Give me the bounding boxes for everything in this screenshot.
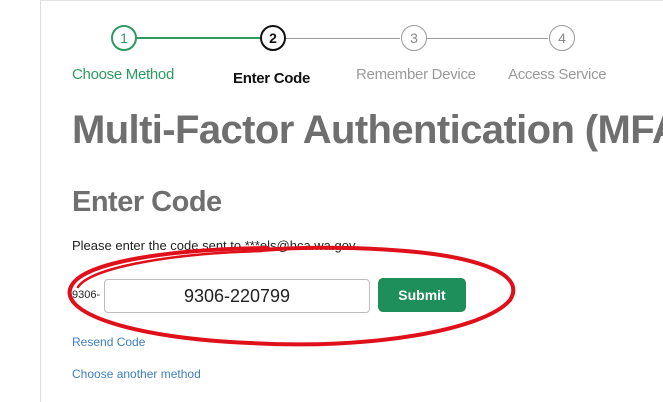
step-3-label: Remember Device <box>356 66 476 83</box>
page-title: Multi-Factor Authentication (MFA) <box>72 108 663 152</box>
section-title: Enter Code <box>72 186 222 218</box>
resend-code-link[interactable]: Resend Code <box>72 335 145 349</box>
submit-button[interactable]: Submit <box>378 278 466 312</box>
step-2-circle: 2 <box>260 25 286 51</box>
choose-another-method-link[interactable]: Choose another method <box>72 367 201 381</box>
code-input[interactable] <box>104 279 370 313</box>
step-connector-3 <box>426 38 548 39</box>
step-connector-1 <box>136 37 260 39</box>
step-1-circle[interactable]: 1 <box>111 25 137 51</box>
instruction-text: Please enter the code sent to ***els@hca… <box>72 238 356 253</box>
step-3-circle: 3 <box>401 25 427 51</box>
code-prefix: 9306- <box>72 289 101 301</box>
step-connector-2 <box>286 38 400 39</box>
step-4-label: Access Service <box>508 66 607 83</box>
step-2-label: Enter Code <box>233 70 311 87</box>
step-1-label[interactable]: Choose Method <box>72 66 174 83</box>
step-4-circle: 4 <box>549 25 575 51</box>
